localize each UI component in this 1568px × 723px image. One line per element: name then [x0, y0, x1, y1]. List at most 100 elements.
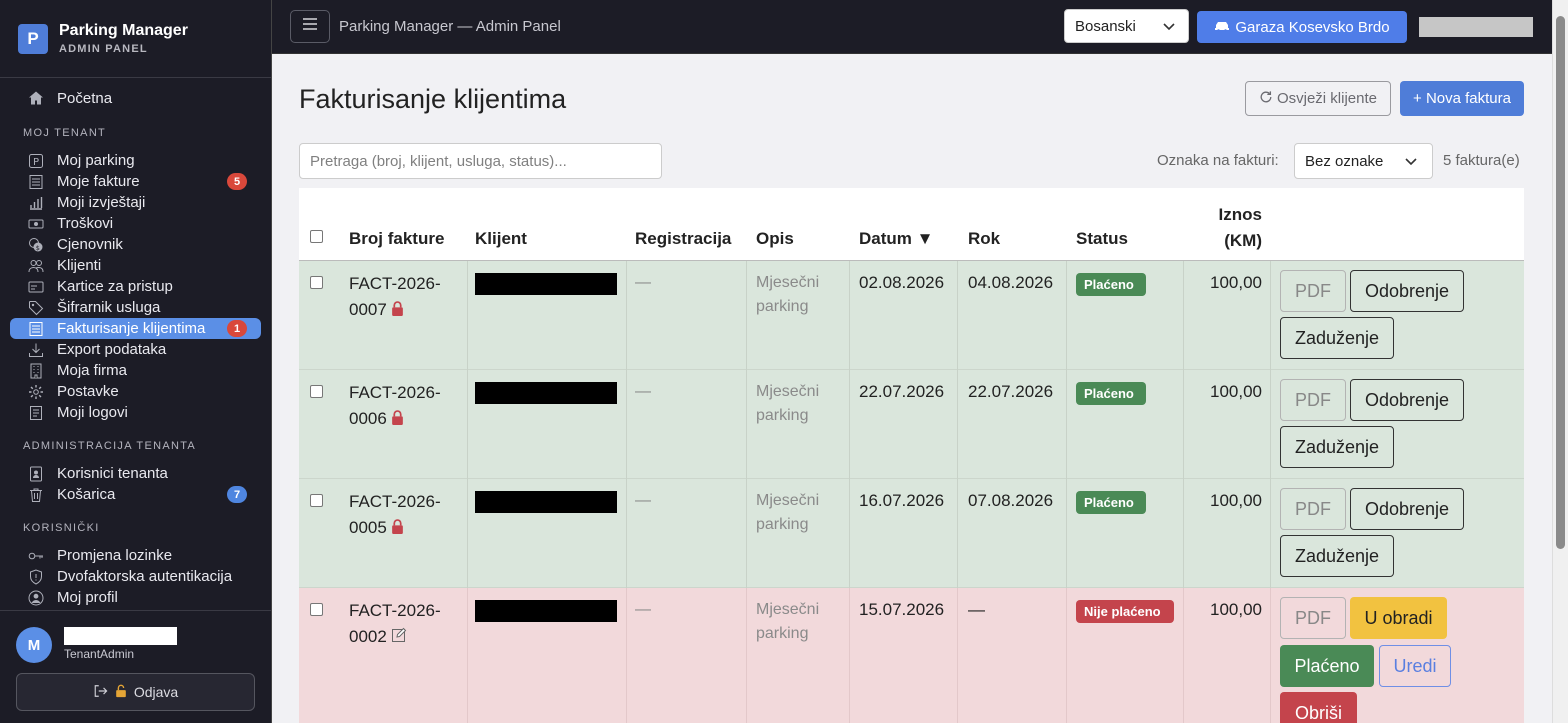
approval-button[interactable]: Odobrenje	[1350, 379, 1464, 421]
col-client[interactable]: Klijent	[475, 229, 527, 249]
pdf-button[interactable]: PDF	[1280, 379, 1346, 421]
pdf-button[interactable]: PDF	[1280, 488, 1346, 530]
sidebar-item-moje-fakture[interactable]: Moje fakture 5	[10, 171, 261, 192]
col-amount[interactable]: Iznos (KM)	[1219, 202, 1262, 254]
mark-paid-button[interactable]: Plaćeno	[1280, 645, 1374, 687]
table-row: FACT-2026- 0002 — Mjesečni parking 15.07.…	[299, 588, 1524, 723]
sidebar-section-title: KORISNIČKI	[23, 522, 100, 534]
scrollbar-thumb[interactable]	[1556, 16, 1565, 549]
sidebar-item-export[interactable]: Export podataka	[10, 339, 261, 360]
col-registration[interactable]: Registracija	[635, 229, 731, 249]
sidebar-item-label: Šifrarnik usluga	[57, 299, 161, 316]
sidebar-item-postavke[interactable]: Postavke	[10, 381, 261, 402]
debit-button[interactable]: Zaduženje	[1280, 317, 1394, 359]
select-all-checkbox[interactable]	[310, 230, 323, 243]
edit-icon[interactable]	[391, 625, 407, 651]
tag-label: Oznaka na fakturi:	[1157, 152, 1279, 169]
unlock-icon	[114, 684, 128, 701]
sidebar-nav: Početna MOJ TENANT P Moj parking Moje fa…	[0, 78, 271, 608]
sidebar-item-promjena-lozinke[interactable]: Promjena lozinke	[10, 545, 261, 566]
garage-icon	[1214, 18, 1230, 36]
client-name-redacted	[475, 600, 617, 622]
scrollbar[interactable]	[1552, 0, 1568, 723]
status-badge: Nije plaćeno	[1076, 600, 1174, 623]
column-divider	[849, 479, 850, 588]
row-checkbox[interactable]	[310, 494, 323, 507]
hamburger-icon	[302, 17, 318, 36]
pdf-button[interactable]: PDF	[1280, 597, 1346, 639]
refresh-clients-button[interactable]: Osvježi klijente	[1245, 81, 1391, 116]
sidebar-item-2fa[interactable]: Dvofaktorska autentikacija	[10, 566, 261, 587]
col-due[interactable]: Rok	[968, 229, 1000, 249]
delete-button[interactable]: Obriši	[1280, 692, 1357, 723]
invoice-number[interactable]: FACT-2026- 0007	[349, 271, 441, 324]
trash-icon	[26, 487, 46, 503]
invoice-date: 02.08.2026	[859, 273, 945, 292]
logout-button[interactable]: Odjava	[16, 673, 255, 711]
sidebar-item-moj-parking[interactable]: P Moj parking	[10, 150, 261, 171]
garage-button[interactable]: Garaza Kosevsko Brdo	[1197, 11, 1407, 43]
sidebar-item-label: Fakturisanje klijentima	[57, 320, 206, 337]
registration: —	[635, 274, 651, 291]
menu-toggle-button[interactable]	[290, 10, 330, 43]
invoice-icon	[26, 174, 46, 190]
logout-icon	[93, 684, 108, 701]
sidebar-item-kosarica[interactable]: Košarica 7	[10, 484, 261, 505]
new-invoice-button[interactable]: + Nova faktura	[1400, 81, 1524, 116]
col-description[interactable]: Opis	[756, 229, 794, 249]
column-divider	[1183, 479, 1184, 588]
sidebar-item-korisnici[interactable]: Korisnici tenanta	[10, 463, 261, 484]
approval-button[interactable]: Odobrenje	[1350, 270, 1464, 312]
invoice-number[interactable]: FACT-2026- 0005	[349, 489, 441, 542]
row-checkbox[interactable]	[310, 603, 323, 616]
sidebar-item-fakturisanje[interactable]: Fakturisanje klijentima 1	[10, 318, 261, 339]
row-checkbox[interactable]	[310, 276, 323, 289]
client-name-redacted	[475, 491, 617, 513]
pdf-button[interactable]: PDF	[1280, 270, 1346, 312]
shield-icon	[26, 568, 46, 585]
debit-button[interactable]: Zaduženje	[1280, 535, 1394, 577]
brand-title: Parking Manager	[59, 22, 188, 39]
invoice-number[interactable]: FACT-2026- 0006	[349, 380, 441, 433]
search-input[interactable]	[299, 143, 662, 179]
approval-button[interactable]: Odobrenje	[1350, 488, 1464, 530]
col-status[interactable]: Status	[1076, 229, 1128, 249]
column-divider	[1183, 370, 1184, 479]
language-select[interactable]: Bosanski	[1064, 9, 1189, 43]
sidebar-item-sifrarnik[interactable]: Šifrarnik usluga	[10, 297, 261, 318]
sidebar-item-moj-profil[interactable]: Moj profil	[10, 587, 261, 608]
edit-button[interactable]: Uredi	[1379, 645, 1451, 687]
user-menu-redacted[interactable]	[1419, 17, 1533, 37]
col-date[interactable]: Datum ▼	[859, 229, 933, 249]
in-progress-button[interactable]: U obradi	[1350, 597, 1447, 639]
row-checkbox[interactable]	[310, 385, 323, 398]
sidebar-item-troskovi[interactable]: Troškovi	[10, 213, 261, 234]
column-divider	[1270, 370, 1271, 479]
tag-select[interactable]: Bez oznake	[1294, 143, 1433, 179]
sidebar-item-label: Dvofaktorska autentikacija	[57, 568, 233, 585]
column-divider	[746, 479, 747, 588]
garage-label: Garaza Kosevsko Brdo	[1235, 18, 1390, 36]
client-name-redacted	[475, 382, 617, 404]
column-divider	[957, 588, 958, 723]
table-row: FACT-2026- 0005 — Mjesečni parking 16.07.…	[299, 479, 1524, 588]
sidebar-item-moji-izvjestaji[interactable]: Moji izvještaji	[10, 192, 261, 213]
sidebar-item-cjenovnik[interactable]: $ Cjenovnik	[10, 234, 261, 255]
registration: —	[635, 601, 651, 618]
sidebar-item-home[interactable]: Početna	[10, 87, 261, 109]
invoice-number[interactable]: FACT-2026- 0002	[349, 598, 441, 651]
debit-button[interactable]: Zaduženje	[1280, 426, 1394, 468]
table-row: FACT-2026- 0007 — Mjesečni parking 02.08.…	[299, 261, 1524, 370]
sidebar-item-kartice[interactable]: Kartice za pristup	[10, 276, 261, 297]
sidebar-section-title: ADMINISTRACIJA TENANTA	[23, 440, 197, 452]
sidebar-item-moji-logovi[interactable]: Moji logovi	[10, 402, 261, 423]
column-divider	[746, 261, 747, 370]
sidebar-item-moja-firma[interactable]: Moja firma	[10, 360, 261, 381]
invoice-number-line2: 0005	[349, 515, 441, 542]
sidebar-item-klijenti[interactable]: Klijenti	[10, 255, 261, 276]
col-number[interactable]: Broj fakture	[349, 229, 444, 249]
sidebar-item-label: Postavke	[57, 383, 119, 400]
receipt-icon	[26, 321, 46, 337]
column-divider	[957, 261, 958, 370]
user-box: M TenantAdmin Odjava	[0, 610, 271, 723]
